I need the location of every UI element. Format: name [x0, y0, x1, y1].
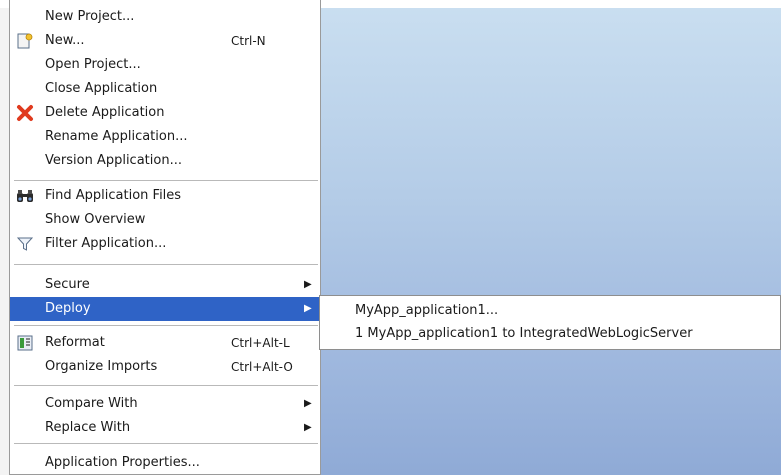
menu-item-compare-with[interactable]: Compare With ▶ [10, 392, 320, 416]
menu-separator [14, 180, 318, 181]
menu-item-version-application[interactable]: Version Application... [10, 149, 320, 173]
menu-item-application-properties[interactable]: Application Properties... [10, 451, 320, 475]
menu-item-open-project[interactable]: Open Project... [10, 53, 320, 77]
menu-separator [14, 385, 318, 386]
filter-funnel-icon [16, 235, 34, 253]
menu-item-label: Delete Application [45, 105, 165, 120]
menu-item-label: Find Application Files [45, 188, 182, 203]
menu-item-label: New Project... [45, 9, 135, 24]
deploy-submenu: MyApp_application1... 1 MyApp_applicatio… [319, 295, 781, 350]
menu-item-label: New... [45, 33, 85, 48]
menu-item-rename-application[interactable]: Rename Application... [10, 125, 320, 149]
submenu-arrow-icon: ▶ [304, 303, 312, 314]
submenu-arrow-icon: ▶ [304, 279, 312, 290]
submenu-arrow-icon: ▶ [304, 422, 312, 433]
submenu-item-label: 1 MyApp_application1 to IntegratedWebLog… [355, 326, 693, 341]
menu-item-reformat[interactable]: Reformat Ctrl+Alt-L [10, 331, 320, 355]
menu-item-organize-imports[interactable]: Organize Imports Ctrl+Alt-O [10, 355, 320, 379]
menu-item-label: Rename Application... [45, 129, 188, 144]
deploy-item-myapp-application1[interactable]: MyApp_application1... [320, 299, 780, 323]
shortcut-text: Ctrl-N [231, 34, 266, 48]
application-context-menu: New Project... New... Ctrl-N Open Projec… [9, 0, 321, 475]
menu-item-secure[interactable]: Secure ▶ [10, 273, 320, 297]
menu-item-label: Reformat [45, 335, 105, 350]
delete-x-icon [16, 104, 34, 122]
menu-item-find-application-files[interactable]: Find Application Files [10, 184, 320, 208]
menu-separator [14, 443, 318, 444]
submenu-arrow-icon: ▶ [304, 398, 312, 409]
menu-item-delete-application[interactable]: Delete Application [10, 101, 320, 125]
menu-item-label: Filter Application... [45, 236, 167, 251]
menu-separator [14, 325, 318, 326]
menu-item-label: Compare With [45, 396, 138, 411]
menu-item-label: Open Project... [45, 57, 141, 72]
menu-separator [14, 264, 318, 265]
menu-item-close-application[interactable]: Close Application [10, 77, 320, 101]
menu-item-label: Version Application... [45, 153, 182, 168]
menu-item-label: Replace With [45, 420, 131, 435]
reformat-icon [16, 334, 34, 352]
shortcut-text: Ctrl+Alt-O [231, 360, 293, 374]
menu-item-new-project[interactable]: New Project... [10, 5, 320, 29]
menu-item-label: Organize Imports [45, 359, 158, 374]
deploy-item-integrated-weblogic[interactable]: 1 MyApp_application1 to IntegratedWebLog… [320, 322, 780, 346]
menu-item-deploy[interactable]: Deploy ▶ [10, 297, 320, 321]
menu-item-label: Deploy [45, 301, 91, 316]
menu-item-show-overview[interactable]: Show Overview [10, 208, 320, 232]
menu-item-label: Application Properties... [45, 455, 200, 470]
menu-item-label: Show Overview [45, 212, 146, 227]
binoculars-icon [16, 187, 34, 205]
submenu-item-label: MyApp_application1... [355, 303, 499, 318]
menu-item-label: Close Application [45, 81, 158, 96]
new-gallery-icon [16, 32, 34, 50]
menu-item-filter-application[interactable]: Filter Application... [10, 232, 320, 256]
menu-item-label: Secure [45, 277, 90, 292]
menu-item-new[interactable]: New... Ctrl-N [10, 29, 320, 53]
menu-item-replace-with[interactable]: Replace With ▶ [10, 416, 320, 440]
shortcut-text: Ctrl+Alt-L [231, 336, 290, 350]
